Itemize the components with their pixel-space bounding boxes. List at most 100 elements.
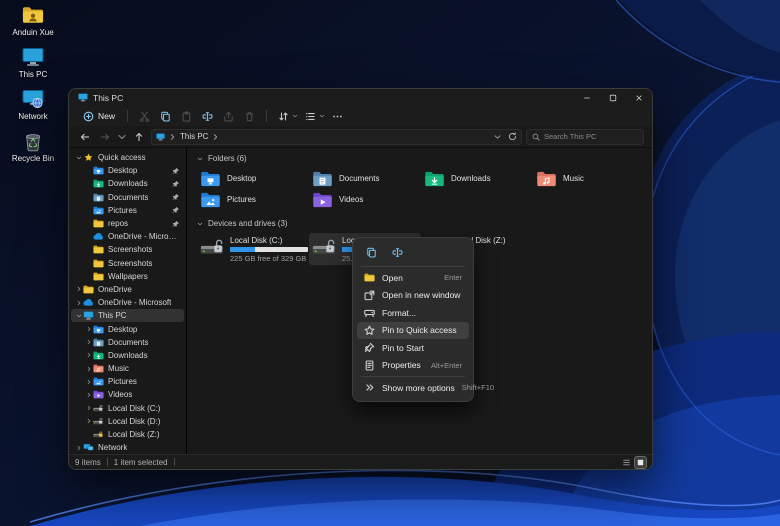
sidebar-item-onedrive-microsoft[interactable]: OneDrive - Microsoft bbox=[71, 296, 184, 309]
paste-button[interactable] bbox=[176, 108, 197, 124]
chevron-right-icon[interactable] bbox=[85, 417, 93, 425]
menu-item-label: Properties bbox=[382, 360, 421, 371]
breadcrumb[interactable]: This PC bbox=[151, 128, 522, 145]
quick-copy-button[interactable] bbox=[363, 245, 379, 260]
up-button[interactable] bbox=[131, 129, 147, 145]
sidebar-item-network[interactable]: Network bbox=[71, 441, 184, 454]
cut-button[interactable] bbox=[134, 108, 155, 124]
new-button[interactable]: New bbox=[77, 109, 121, 124]
drives-section-header[interactable]: Devices and drives (3) bbox=[197, 217, 652, 230]
refresh-icon[interactable] bbox=[508, 132, 517, 141]
folder-tile-videos[interactable]: Videos bbox=[309, 189, 421, 210]
sidebar-item-local-disk-z[interactable]: Local Disk (Z:) bbox=[71, 428, 184, 441]
sort-button[interactable] bbox=[273, 108, 294, 124]
folder-desktop-icon bbox=[93, 166, 104, 175]
folder-plain-icon bbox=[93, 219, 104, 228]
sidebar-item-downloads[interactable]: Downloads bbox=[71, 349, 184, 362]
folder-downloads-icon bbox=[93, 179, 104, 188]
chevron-down-icon[interactable] bbox=[75, 154, 83, 162]
search-input[interactable] bbox=[544, 132, 638, 141]
chevron-right-icon[interactable] bbox=[75, 299, 83, 307]
status-item-count: 9 items bbox=[75, 457, 101, 467]
menu-item-open[interactable]: Open Enter bbox=[357, 269, 469, 287]
rename-button[interactable] bbox=[197, 108, 218, 124]
forward-button[interactable] bbox=[97, 129, 113, 145]
sidebar-item-this-pc[interactable]: This PC bbox=[71, 309, 184, 323]
sidebar-item-documents[interactable]: Documents bbox=[71, 336, 184, 349]
folder-music-icon bbox=[93, 364, 104, 373]
toolbar-edit-group bbox=[134, 108, 260, 124]
maximize-button[interactable] bbox=[600, 89, 626, 106]
chevron-right-icon[interactable] bbox=[85, 365, 93, 373]
desktop-icon-this-pc[interactable]: This PC bbox=[4, 46, 62, 79]
folder-tile-pictures[interactable]: Pictures bbox=[197, 189, 309, 210]
drive-small-icon bbox=[93, 404, 104, 413]
sidebar-item-videos[interactable]: Videos bbox=[71, 388, 184, 401]
folder-music-icon bbox=[536, 171, 557, 187]
drive-tile-local-disk-c[interactable]: Local Disk (C:) 225 GB free of 329 GB bbox=[197, 233, 309, 265]
folder-downloads-icon bbox=[93, 351, 104, 360]
chevron-down-icon[interactable] bbox=[75, 312, 83, 320]
menu-item-show-more-options[interactable]: Show more options Shift+F10 bbox=[357, 379, 494, 397]
folder-documents-icon bbox=[93, 193, 104, 202]
sidebar-item-documents[interactable]: Documents bbox=[71, 191, 184, 204]
view-button[interactable] bbox=[300, 108, 321, 124]
folder-tile-music[interactable]: Music bbox=[533, 168, 645, 189]
copy-button[interactable] bbox=[155, 108, 176, 124]
folder-plain-icon bbox=[93, 259, 104, 268]
sidebar-item-screenshots[interactable]: Screenshots bbox=[71, 243, 184, 256]
sidebar-item-screenshots[interactable]: Screenshots bbox=[71, 257, 184, 270]
sidebar-item-local-disk-c[interactable]: Local Disk (C:) bbox=[71, 402, 184, 415]
back-button[interactable] bbox=[77, 129, 93, 145]
breadcrumb-item[interactable]: This PC bbox=[180, 132, 208, 141]
chevron-right-icon[interactable] bbox=[75, 444, 83, 452]
sidebar-item-desktop[interactable]: Desktop bbox=[71, 322, 184, 335]
sidebar-item-onedrive-microsoft[interactable]: OneDrive - Microsoft bbox=[71, 230, 184, 243]
sidebar-item-repos[interactable]: repos bbox=[71, 217, 184, 230]
chevron-right-icon[interactable] bbox=[75, 285, 83, 293]
minimize-button[interactable] bbox=[574, 89, 600, 106]
sidebar-item-onedrive[interactable]: OneDrive bbox=[71, 283, 184, 296]
history-chevron-button[interactable] bbox=[117, 129, 127, 145]
sidebar-item-pictures[interactable]: Pictures bbox=[71, 375, 184, 388]
desktop-icon-anduin-xue[interactable]: Anduin Xue bbox=[4, 4, 62, 37]
chevron-right-icon[interactable] bbox=[85, 338, 93, 346]
desktop-icon-network[interactable]: Network bbox=[4, 88, 62, 121]
menu-item-pin-to-start[interactable]: Pin to Start bbox=[357, 339, 469, 357]
sidebar-item-pictures[interactable]: Pictures bbox=[71, 204, 184, 217]
menu-item-properties[interactable]: Properties Alt+Enter bbox=[357, 357, 469, 375]
chevron-right-icon[interactable] bbox=[85, 391, 93, 399]
sidebar-item-wallpapers[interactable]: Wallpapers bbox=[71, 270, 184, 283]
share-button[interactable] bbox=[218, 108, 239, 124]
sidebar-item-quick-access[interactable]: Quick access bbox=[71, 151, 184, 164]
network-pc-icon bbox=[22, 88, 44, 110]
sidebar-item-local-disk-d[interactable]: Local Disk (D:) bbox=[71, 415, 184, 428]
folder-tile-downloads[interactable]: Downloads bbox=[421, 168, 533, 189]
details-view-button[interactable] bbox=[621, 457, 632, 468]
address-dropdown-icon[interactable] bbox=[493, 133, 502, 141]
sidebar-item-music[interactable]: Music bbox=[71, 362, 184, 375]
sidebar-item-desktop[interactable]: Desktop bbox=[71, 164, 184, 177]
titlebar[interactable]: This PC bbox=[69, 89, 652, 106]
show-more-icon bbox=[364, 382, 375, 393]
close-button[interactable] bbox=[626, 89, 652, 106]
delete-button[interactable] bbox=[239, 108, 260, 124]
chevron-right-icon[interactable] bbox=[85, 351, 93, 359]
quick-rename-button[interactable] bbox=[389, 245, 405, 260]
recycle-bin-icon bbox=[22, 130, 44, 152]
menu-item-open-in-new-window[interactable]: Open in new window bbox=[357, 287, 469, 305]
sidebar-item-label: Screenshots bbox=[108, 258, 153, 268]
menu-item-format[interactable]: Format... bbox=[357, 304, 469, 322]
large-icons-view-button[interactable] bbox=[634, 455, 647, 469]
desktop-icon-recycle-bin[interactable]: Recycle Bin bbox=[4, 130, 62, 163]
chevron-right-icon[interactable] bbox=[85, 325, 93, 333]
folder-tile-documents[interactable]: Documents bbox=[309, 168, 421, 189]
chevron-right-icon[interactable] bbox=[85, 378, 93, 386]
new-window-icon bbox=[364, 290, 375, 301]
folder-tile-desktop[interactable]: Desktop bbox=[197, 168, 309, 189]
menu-item-pin-to-quick-access[interactable]: Pin to Quick access bbox=[357, 321, 469, 339]
folders-section-header[interactable]: Folders (6) bbox=[197, 152, 652, 165]
chevron-right-icon[interactable] bbox=[85, 404, 93, 412]
sidebar-item-downloads[interactable]: Downloads bbox=[71, 177, 184, 190]
more-button[interactable] bbox=[327, 108, 348, 124]
